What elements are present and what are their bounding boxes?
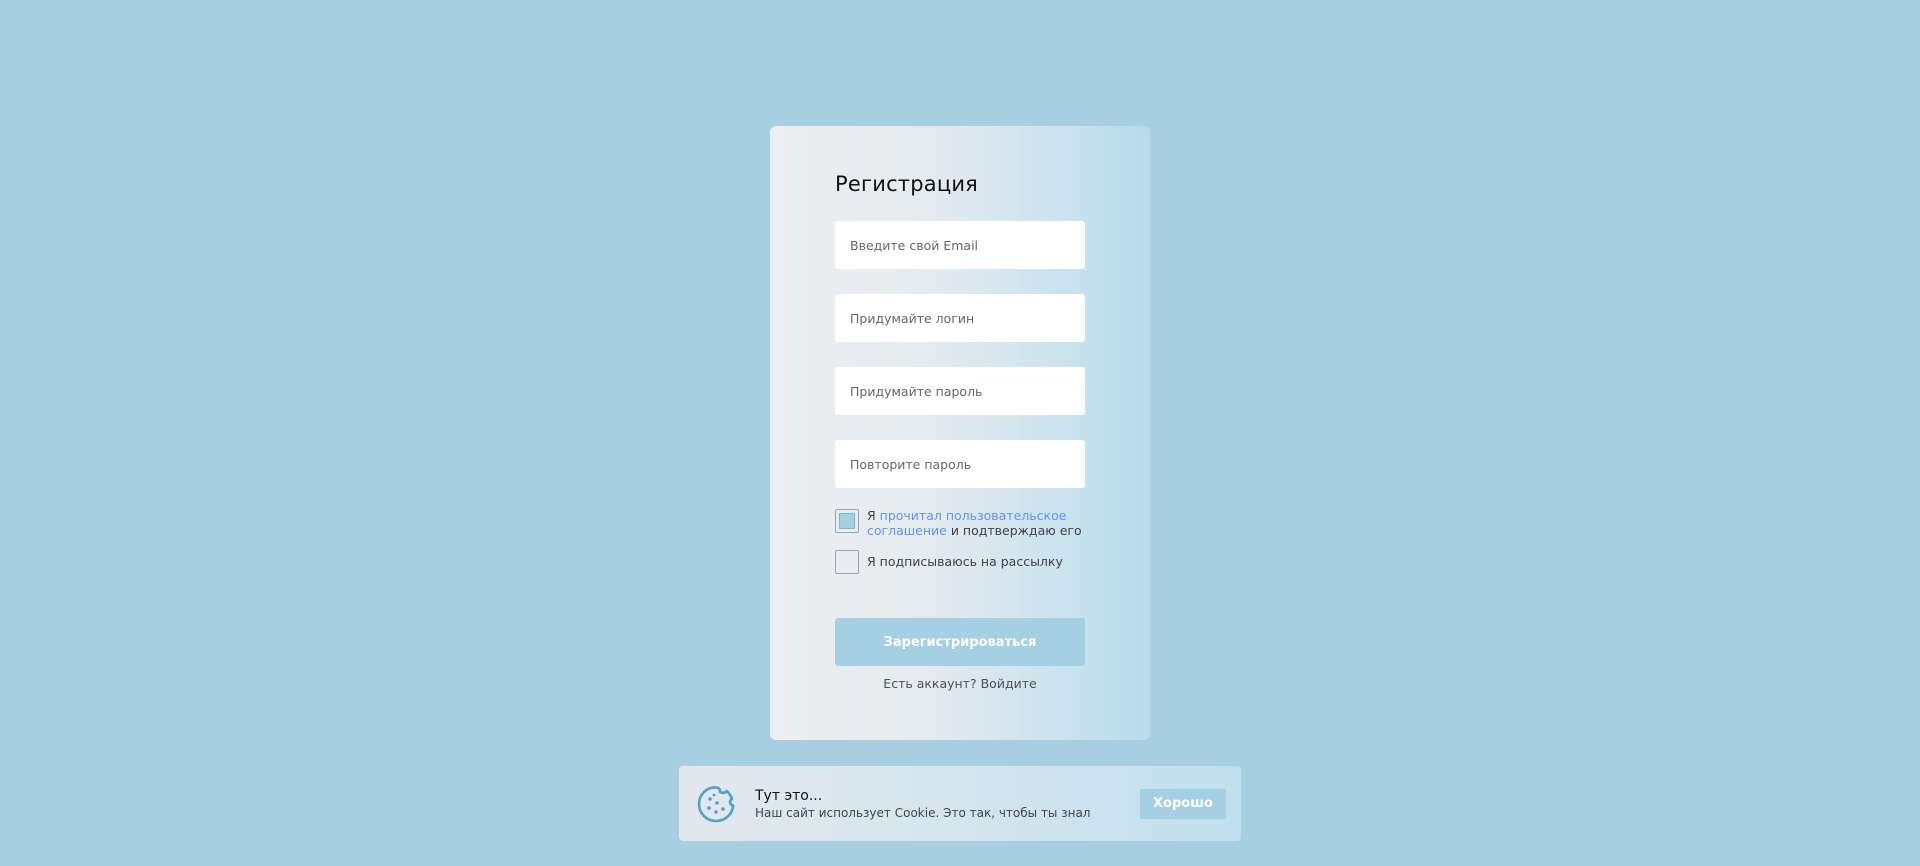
agreement-prefix: Я xyxy=(867,508,880,523)
cookie-description: Наш сайт использует Cookie. Это так, что… xyxy=(755,805,1091,820)
cookie-accept-button[interactable]: Хорошо xyxy=(1140,788,1226,819)
email-field[interactable] xyxy=(835,221,1085,269)
agreement-checkbox[interactable] xyxy=(835,509,859,533)
registration-card: Регистрация Я прочитал пользовательское … xyxy=(770,126,1150,740)
cookie-text-block: Тут это... Наш сайт использует Cookie. Э… xyxy=(755,788,1140,820)
agreement-label: Я прочитал пользовательское соглашение и… xyxy=(867,508,1085,538)
cookie-title: Тут это... xyxy=(755,787,823,804)
agreement-row: Я прочитал пользовательское соглашение и… xyxy=(835,508,1085,538)
newsletter-label: Я подписываюсь на рассылку xyxy=(867,554,1063,569)
has-account-text: Есть аккаунт? xyxy=(883,676,977,691)
login-prompt: Есть аккаунт? Войдите xyxy=(835,676,1085,691)
password-field[interactable] xyxy=(835,367,1085,415)
newsletter-row: Я подписываюсь на рассылку xyxy=(835,549,1085,574)
cookie-banner: Тут это... Наш сайт использует Cookie. Э… xyxy=(679,766,1241,841)
repeat-password-field[interactable] xyxy=(835,440,1085,488)
login-link[interactable]: Войдите xyxy=(981,676,1037,691)
page: Регистрация Я прочитал пользовательское … xyxy=(0,0,1920,866)
cookie-icon xyxy=(697,785,735,822)
newsletter-checkbox[interactable] xyxy=(835,550,859,574)
page-title: Регистрация xyxy=(835,172,979,196)
register-button[interactable]: Зарегистрироваться xyxy=(835,618,1085,666)
login-field[interactable] xyxy=(835,294,1085,342)
agreement-suffix: и подтверждаю его xyxy=(946,523,1082,538)
